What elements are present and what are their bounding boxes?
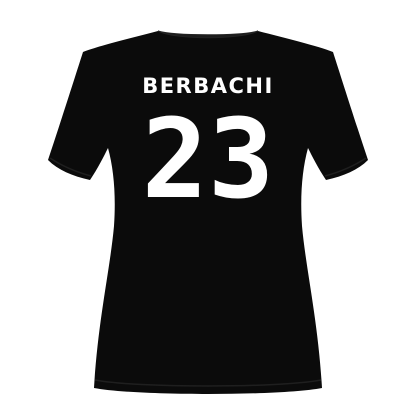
player-number: 23: [141, 95, 275, 223]
product-image: BERBACHI 23: [0, 0, 416, 416]
player-name: BERBACHI: [142, 74, 274, 98]
